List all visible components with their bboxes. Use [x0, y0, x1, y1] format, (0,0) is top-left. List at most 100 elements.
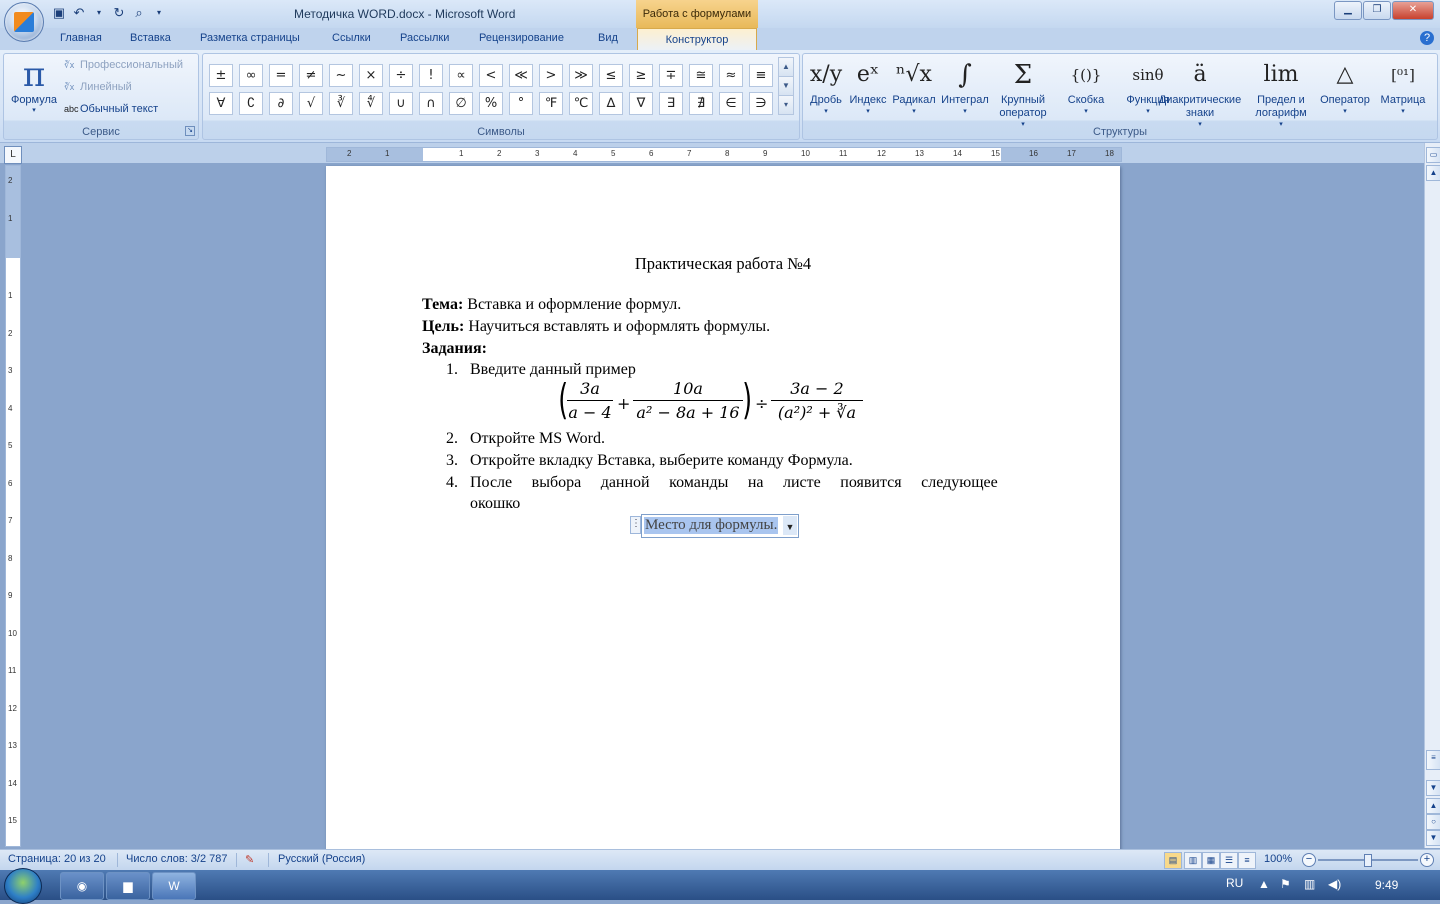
symbol-button[interactable]: ∄ — [689, 92, 713, 115]
symbol-button[interactable]: ~ — [329, 64, 353, 87]
tab-page-layout[interactable]: Разметка страницы — [200, 32, 300, 44]
symbol-button[interactable]: ° — [509, 92, 533, 115]
split-icon[interactable]: ▭ — [1426, 147, 1440, 163]
scroll-up-button[interactable]: ▲ — [1426, 165, 1440, 181]
web-layout-view-icon[interactable]: ▦ — [1202, 852, 1220, 869]
symbol-button[interactable]: ≈ — [719, 64, 743, 87]
operator-button[interactable]: △ Оператор ▾ — [1317, 56, 1373, 115]
tab-review[interactable]: Рецензирование — [479, 32, 564, 44]
symbol-button[interactable]: ∀ — [209, 92, 233, 115]
vertical-ruler[interactable]: 2 1 1 2 3 4 5 6 7 8 9 10 11 12 13 14 15 — [5, 165, 21, 847]
document-page[interactable]: Практическая работа №4 Тема: Вставка и о… — [326, 166, 1120, 856]
formula-button[interactable]: π Формула ▾ — [8, 56, 60, 114]
help-icon[interactable]: ? — [1420, 31, 1434, 45]
symbol-button[interactable]: ± — [209, 64, 233, 87]
integral-button[interactable]: ∫ Интеграл ▾ — [939, 56, 991, 115]
zoom-out-button[interactable]: − — [1302, 853, 1316, 867]
symbol-button[interactable]: ≡ — [749, 64, 773, 87]
linear-button[interactable]: ∛x Линейный — [64, 81, 132, 93]
tab-mailings[interactable]: Рассылки — [400, 32, 449, 44]
symbol-button[interactable]: > — [539, 64, 563, 87]
symbol-button[interactable]: % — [479, 92, 503, 115]
limit-log-button[interactable]: lim Предел и логарифм ▾ — [1249, 56, 1313, 128]
symbols-scroll-down[interactable]: ▼ — [778, 76, 794, 96]
zoom-in-button[interactable]: + — [1420, 853, 1434, 867]
draft-view-icon[interactable]: ≡ — [1238, 852, 1256, 869]
word-count[interactable]: Число слов: 3/2 787 — [126, 853, 228, 865]
undo-icon[interactable]: ↶ — [70, 4, 88, 22]
close-button[interactable]: ✕ — [1392, 1, 1434, 20]
redo-icon[interactable]: ↻ — [110, 4, 128, 22]
language-indicator[interactable]: Русский (Россия) — [278, 853, 365, 865]
symbol-button[interactable]: ℃ — [569, 92, 593, 115]
symbol-button[interactable]: ∛ — [329, 92, 353, 115]
symbol-button[interactable]: ≥ — [629, 64, 653, 87]
professional-button[interactable]: ∛x Профессиональный — [64, 59, 183, 71]
symbol-button[interactable]: ∁ — [239, 92, 263, 115]
show-hidden-icons[interactable]: ▲ — [1258, 877, 1270, 891]
symbol-button[interactable]: ≪ — [509, 64, 533, 87]
symbol-button[interactable]: ∋ — [749, 92, 773, 115]
chevron-down-icon[interactable]: ▼ — [783, 516, 797, 535]
restore-button[interactable]: ❐ — [1363, 1, 1391, 20]
symbol-button[interactable]: ∩ — [419, 92, 443, 115]
symbol-button[interactable]: ∃ — [659, 92, 683, 115]
matrix-button[interactable]: [⁰¹] Матрица ▾ — [1377, 56, 1429, 115]
next-page-icon[interactable]: ▼ — [1426, 830, 1440, 846]
language-bar[interactable]: RU — [1226, 876, 1243, 890]
symbol-button[interactable]: ≤ — [599, 64, 623, 87]
outline-view-icon[interactable]: ☰ — [1220, 852, 1238, 869]
customize-qat-icon[interactable]: ▾ — [150, 4, 168, 22]
proofing-icon[interactable]: ✎ — [245, 853, 254, 866]
vertical-scrollbar[interactable]: ▭ ▲ ≡ ▼ ▲ ○ ▼ — [1424, 143, 1440, 848]
zoom-level[interactable]: 100% — [1264, 853, 1292, 865]
symbol-button[interactable]: ÷ — [389, 64, 413, 87]
volume-icon[interactable]: ◀) — [1328, 877, 1341, 891]
symbol-button[interactable]: ℉ — [539, 92, 563, 115]
print-preview-icon[interactable]: ⌕ — [130, 4, 148, 22]
action-center-icon[interactable]: ⚑ — [1280, 877, 1291, 891]
tab-references[interactable]: Ссылки — [332, 32, 371, 44]
symbol-button[interactable]: ∝ — [449, 64, 473, 87]
full-screen-view-icon[interactable]: ▥ — [1184, 852, 1202, 869]
page-count[interactable]: Страница: 20 из 20 — [8, 853, 106, 865]
symbol-button[interactable]: √ — [299, 92, 323, 115]
clock[interactable]: 9:49 — [1375, 878, 1398, 892]
equation-placeholder[interactable]: Место для формулы. ▼ — [641, 514, 799, 538]
print-layout-view-icon[interactable]: ▤ — [1164, 852, 1182, 869]
accent-button[interactable]: ä Диакритические знаки ▾ — [1153, 56, 1247, 128]
word-icon[interactable]: W — [152, 872, 196, 900]
explorer-icon[interactable]: ▆ — [106, 872, 150, 900]
symbol-button[interactable]: ∅ — [449, 92, 473, 115]
fraction-button[interactable]: x/y Дробь ▾ — [809, 56, 843, 115]
symbol-button[interactable]: ∪ — [389, 92, 413, 115]
script-button[interactable]: eˣ Индекс ▾ — [849, 56, 887, 115]
symbols-scroll-up[interactable]: ▲ — [778, 57, 794, 77]
symbol-button[interactable]: ∂ — [269, 92, 293, 115]
tab-home[interactable]: Главная — [60, 32, 102, 44]
scroll-thumb[interactable]: ≡ — [1426, 750, 1440, 770]
radical-button[interactable]: ⁿ√x Радикал ▾ — [891, 56, 937, 115]
symbol-button[interactable]: ∜ — [359, 92, 383, 115]
bracket-button[interactable]: {()} Скобка ▾ — [1065, 56, 1107, 115]
symbol-button[interactable]: ∓ — [659, 64, 683, 87]
save-icon[interactable]: ▣ — [50, 4, 68, 22]
symbol-button[interactable]: ≫ — [569, 64, 593, 87]
browse-object-icon[interactable]: ○ — [1426, 814, 1440, 830]
symbol-button[interactable]: ∇ — [629, 92, 653, 115]
undo-dropdown-icon[interactable]: ▾ — [90, 4, 108, 22]
scroll-down-button[interactable]: ▼ — [1426, 780, 1440, 796]
horizontal-ruler[interactable]: 2 1 1 2 3 4 5 6 7 8 9 10 11 12 13 14 15 16 17 18 — [326, 147, 1122, 162]
symbol-button[interactable]: ≠ — [299, 64, 323, 87]
large-operator-button[interactable]: Σ Крупный оператор ▾ — [993, 56, 1053, 128]
symbol-button[interactable]: ∆ — [599, 92, 623, 115]
symbol-button[interactable]: ∈ — [719, 92, 743, 115]
network-icon[interactable]: ▥ — [1304, 877, 1315, 891]
symbol-button[interactable]: ! — [419, 64, 443, 87]
dialog-launcher-icon[interactable]: ↘ — [185, 126, 195, 136]
symbol-button[interactable]: < — [479, 64, 503, 87]
equation-drag-handle[interactable]: ⋮ — [630, 516, 641, 534]
symbol-button[interactable]: ≅ — [689, 64, 713, 87]
start-button[interactable] — [4, 868, 42, 904]
previous-page-icon[interactable]: ▲ — [1426, 798, 1440, 814]
